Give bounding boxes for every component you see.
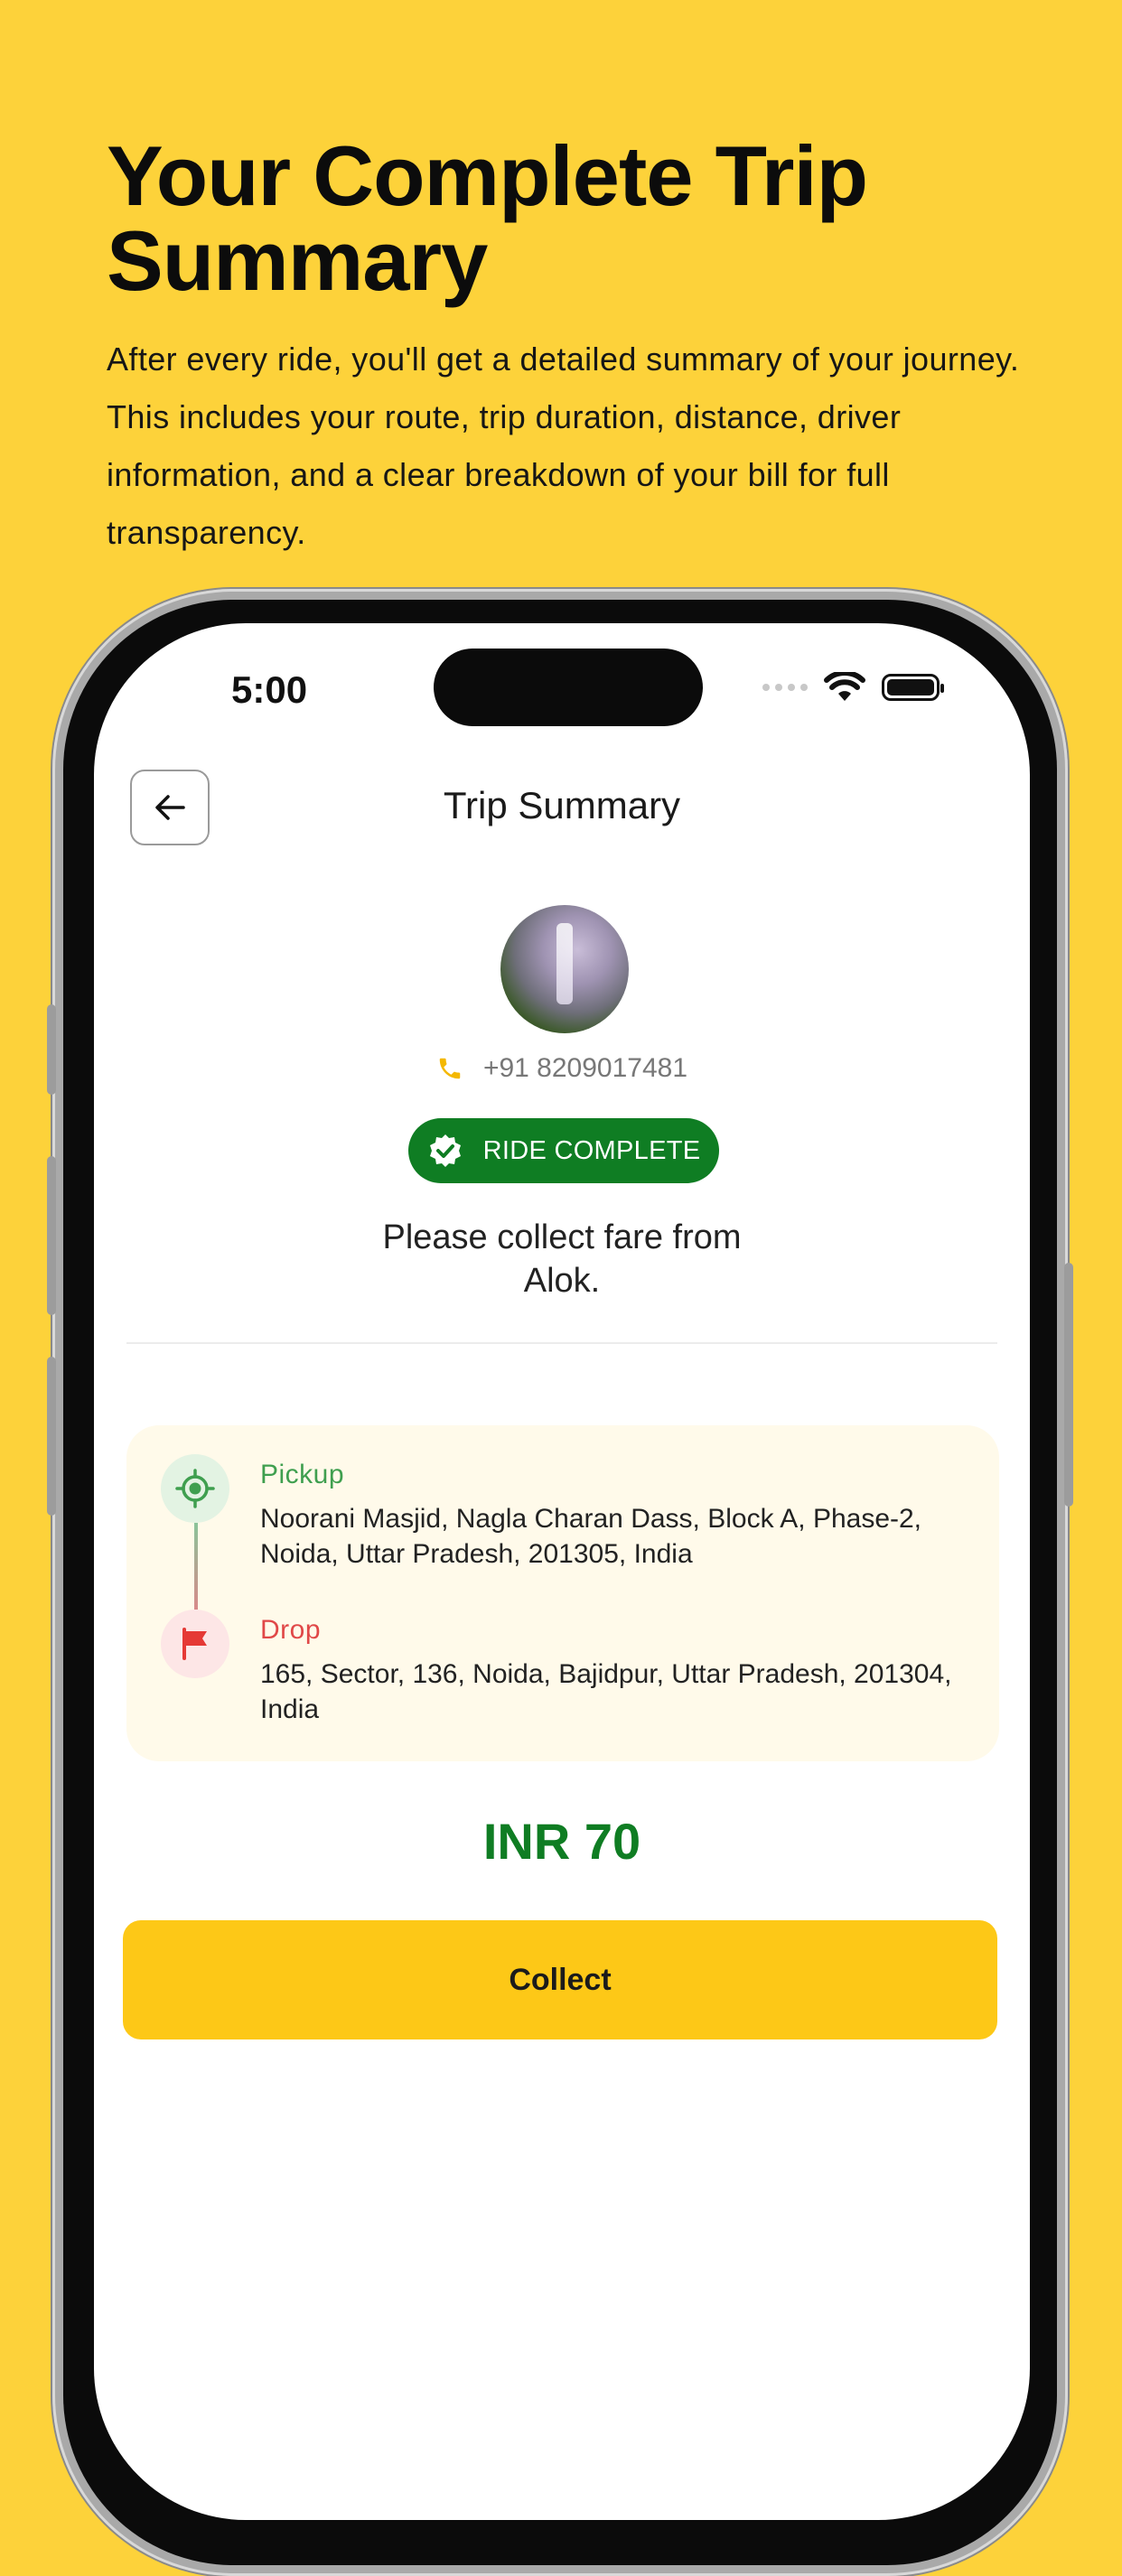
fare-amount: INR 70 bbox=[482, 1813, 641, 1870]
page-title: Trip Summary bbox=[443, 784, 681, 826]
drop-label: Drop bbox=[260, 1615, 322, 1645]
route-card: Pickup Noorani Masjid, Nagla Charan Dass… bbox=[126, 1425, 999, 1761]
promo-title: Your Complete Trip Summary bbox=[107, 128, 868, 308]
volume-down-button bbox=[47, 1357, 56, 1516]
collect-message-line2: Alok. bbox=[523, 1262, 601, 1300]
status-badge-label: RIDE COMPLETE bbox=[482, 1135, 701, 1165]
status-badge: RIDE COMPLETE bbox=[408, 1118, 719, 1183]
verified-check-icon bbox=[429, 1134, 461, 1167]
volume-up-button bbox=[47, 1156, 56, 1315]
status-icons bbox=[762, 672, 944, 703]
pickup-address: Noorani Masjid, Nagla Charan Dass, Block… bbox=[260, 1504, 922, 1569]
power-button bbox=[1064, 1263, 1073, 1507]
collect-message: Please collect fare from Alok. bbox=[94, 1216, 1030, 1302]
location-target-icon bbox=[161, 1454, 229, 1523]
drop-address: 165, Sector, 136, Noida, Bajidpur, Uttar… bbox=[260, 1659, 952, 1724]
status-time: 5:00 bbox=[231, 668, 308, 711]
phone-icon bbox=[439, 1058, 461, 1079]
battery-icon bbox=[882, 674, 944, 701]
route-connector bbox=[194, 1523, 198, 1610]
divider bbox=[126, 1342, 997, 1344]
driver-phone[interactable]: +91 8209017481 bbox=[94, 1053, 1030, 1084]
dynamic-island bbox=[434, 649, 703, 726]
pickup-label: Pickup bbox=[260, 1460, 345, 1489]
promo-description: After every ride, you'll get a detailed … bbox=[107, 341, 1020, 551]
wifi-icon bbox=[824, 672, 865, 701]
phone-screen: 5:00 Trip Summary +91 8209017481 RIDE CO… bbox=[94, 623, 1030, 2520]
action-button bbox=[47, 1004, 56, 1095]
avatar bbox=[500, 905, 629, 1033]
flag-icon bbox=[161, 1610, 229, 1678]
collect-message-line1: Please collect fare from bbox=[382, 1218, 742, 1256]
collect-button[interactable]: Collect bbox=[123, 1920, 997, 2039]
signal-icon bbox=[762, 684, 808, 691]
driver-phone-number: +91 8209017481 bbox=[482, 1053, 688, 1083]
